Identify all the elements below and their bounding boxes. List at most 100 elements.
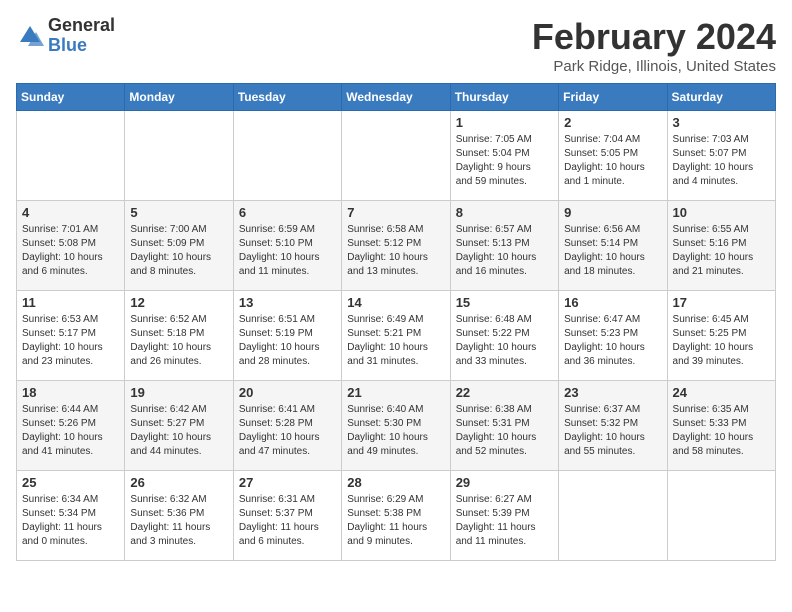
calendar-cell	[667, 471, 775, 561]
day-info: Sunrise: 6:41 AM Sunset: 5:28 PM Dayligh…	[239, 403, 336, 459]
calendar-cell: 13 Sunrise: 6:51 AM Sunset: 5:19 PM Dayli…	[233, 291, 341, 381]
day-number: 25	[22, 475, 119, 490]
day-number: 20	[239, 385, 336, 400]
day-info: Sunrise: 6:47 AM Sunset: 5:23 PM Dayligh…	[564, 313, 661, 369]
calendar-cell: 18 Sunrise: 6:44 AM Sunset: 5:26 PM Dayli…	[17, 381, 125, 471]
calendar-cell: 8 Sunrise: 6:57 AM Sunset: 5:13 PM Daylig…	[450, 201, 558, 291]
day-info: Sunrise: 6:40 AM Sunset: 5:30 PM Dayligh…	[347, 403, 444, 459]
day-number: 11	[22, 295, 119, 310]
day-info: Sunrise: 6:45 AM Sunset: 5:25 PM Dayligh…	[673, 313, 770, 369]
calendar-cell: 24 Sunrise: 6:35 AM Sunset: 5:33 PM Dayli…	[667, 381, 775, 471]
day-info: Sunrise: 6:53 AM Sunset: 5:17 PM Dayligh…	[22, 313, 119, 369]
main-title: February 2024	[532, 16, 776, 58]
day-number: 16	[564, 295, 661, 310]
day-of-week-header: Saturday	[667, 84, 775, 111]
day-number: 15	[456, 295, 553, 310]
day-of-week-header: Sunday	[17, 84, 125, 111]
day-number: 1	[456, 115, 553, 130]
calendar-cell: 2 Sunrise: 7:04 AM Sunset: 5:05 PM Daylig…	[559, 111, 667, 201]
day-of-week-header: Thursday	[450, 84, 558, 111]
day-number: 23	[564, 385, 661, 400]
day-info: Sunrise: 6:37 AM Sunset: 5:32 PM Dayligh…	[564, 403, 661, 459]
calendar-cell: 3 Sunrise: 7:03 AM Sunset: 5:07 PM Daylig…	[667, 111, 775, 201]
day-number: 26	[130, 475, 227, 490]
calendar-cell	[559, 471, 667, 561]
calendar-cell: 16 Sunrise: 6:47 AM Sunset: 5:23 PM Dayli…	[559, 291, 667, 381]
day-info: Sunrise: 6:32 AM Sunset: 5:36 PM Dayligh…	[130, 493, 227, 549]
day-of-week-header: Wednesday	[342, 84, 450, 111]
day-number: 19	[130, 385, 227, 400]
calendar-cell: 20 Sunrise: 6:41 AM Sunset: 5:28 PM Dayli…	[233, 381, 341, 471]
calendar-cell: 6 Sunrise: 6:59 AM Sunset: 5:10 PM Daylig…	[233, 201, 341, 291]
day-number: 14	[347, 295, 444, 310]
logo: General Blue	[16, 16, 115, 56]
day-info: Sunrise: 7:01 AM Sunset: 5:08 PM Dayligh…	[22, 223, 119, 279]
calendar-cell: 11 Sunrise: 6:53 AM Sunset: 5:17 PM Dayli…	[17, 291, 125, 381]
day-info: Sunrise: 6:44 AM Sunset: 5:26 PM Dayligh…	[22, 403, 119, 459]
day-number: 27	[239, 475, 336, 490]
day-info: Sunrise: 6:34 AM Sunset: 5:34 PM Dayligh…	[22, 493, 119, 549]
calendar-header: SundayMondayTuesdayWednesdayThursdayFrid…	[17, 84, 776, 111]
calendar-cell: 9 Sunrise: 6:56 AM Sunset: 5:14 PM Daylig…	[559, 201, 667, 291]
calendar-cell: 25 Sunrise: 6:34 AM Sunset: 5:34 PM Dayli…	[17, 471, 125, 561]
calendar-cell: 12 Sunrise: 6:52 AM Sunset: 5:18 PM Dayli…	[125, 291, 233, 381]
day-number: 13	[239, 295, 336, 310]
day-number: 3	[673, 115, 770, 130]
calendar-cell: 21 Sunrise: 6:40 AM Sunset: 5:30 PM Dayli…	[342, 381, 450, 471]
day-number: 4	[22, 205, 119, 220]
day-number: 28	[347, 475, 444, 490]
day-number: 21	[347, 385, 444, 400]
day-number: 6	[239, 205, 336, 220]
calendar-cell: 15 Sunrise: 6:48 AM Sunset: 5:22 PM Dayli…	[450, 291, 558, 381]
day-info: Sunrise: 6:58 AM Sunset: 5:12 PM Dayligh…	[347, 223, 444, 279]
day-info: Sunrise: 6:56 AM Sunset: 5:14 PM Dayligh…	[564, 223, 661, 279]
day-number: 5	[130, 205, 227, 220]
calendar-cell: 14 Sunrise: 6:49 AM Sunset: 5:21 PM Dayli…	[342, 291, 450, 381]
calendar-cell	[342, 111, 450, 201]
day-info: Sunrise: 7:00 AM Sunset: 5:09 PM Dayligh…	[130, 223, 227, 279]
day-number: 10	[673, 205, 770, 220]
day-info: Sunrise: 7:04 AM Sunset: 5:05 PM Dayligh…	[564, 133, 661, 189]
day-info: Sunrise: 6:59 AM Sunset: 5:10 PM Dayligh…	[239, 223, 336, 279]
calendar-cell: 29 Sunrise: 6:27 AM Sunset: 5:39 PM Dayli…	[450, 471, 558, 561]
calendar-table: SundayMondayTuesdayWednesdayThursdayFrid…	[16, 83, 776, 561]
day-of-week-header: Friday	[559, 84, 667, 111]
day-info: Sunrise: 6:38 AM Sunset: 5:31 PM Dayligh…	[456, 403, 553, 459]
day-info: Sunrise: 6:52 AM Sunset: 5:18 PM Dayligh…	[130, 313, 227, 369]
day-number: 9	[564, 205, 661, 220]
day-of-week-header: Tuesday	[233, 84, 341, 111]
calendar-cell: 23 Sunrise: 6:37 AM Sunset: 5:32 PM Dayli…	[559, 381, 667, 471]
calendar-cell: 17Sunrise: 6:45 AM Sunset: 5:25 PM Dayli…	[667, 291, 775, 381]
day-number: 29	[456, 475, 553, 490]
day-number: 12	[130, 295, 227, 310]
calendar-cell: 26 Sunrise: 6:32 AM Sunset: 5:36 PM Dayli…	[125, 471, 233, 561]
day-info: Sunrise: 6:42 AM Sunset: 5:27 PM Dayligh…	[130, 403, 227, 459]
logo-general-text: General	[48, 15, 115, 35]
day-info: Sunrise: 6:27 AM Sunset: 5:39 PM Dayligh…	[456, 493, 553, 549]
day-info: Sunrise: 6:51 AM Sunset: 5:19 PM Dayligh…	[239, 313, 336, 369]
calendar-cell: 19 Sunrise: 6:42 AM Sunset: 5:27 PM Dayli…	[125, 381, 233, 471]
day-of-week-header: Monday	[125, 84, 233, 111]
day-info: Sunrise: 6:57 AM Sunset: 5:13 PM Dayligh…	[456, 223, 553, 279]
logo-blue-text: Blue	[48, 35, 87, 55]
day-number: 2	[564, 115, 661, 130]
day-info: Sunrise: 6:48 AM Sunset: 5:22 PM Dayligh…	[456, 313, 553, 369]
calendar-cell: 7Sunrise: 6:58 AM Sunset: 5:12 PM Daylig…	[342, 201, 450, 291]
calendar-cell	[125, 111, 233, 201]
day-number: 8	[456, 205, 553, 220]
day-number: 22	[456, 385, 553, 400]
day-info: Sunrise: 6:49 AM Sunset: 5:21 PM Dayligh…	[347, 313, 444, 369]
day-info: Sunrise: 6:55 AM Sunset: 5:16 PM Dayligh…	[673, 223, 770, 279]
calendar-cell: 1 Sunrise: 7:05 AM Sunset: 5:04 PM Daylig…	[450, 111, 558, 201]
day-info: Sunrise: 6:35 AM Sunset: 5:33 PM Dayligh…	[673, 403, 770, 459]
day-info: Sunrise: 7:05 AM Sunset: 5:04 PM Dayligh…	[456, 133, 553, 189]
calendar-cell	[17, 111, 125, 201]
calendar-cell: 4 Sunrise: 7:01 AM Sunset: 5:08 PM Daylig…	[17, 201, 125, 291]
day-number: 24	[673, 385, 770, 400]
page-header: General Blue February 2024 Park Ridge, I…	[16, 16, 776, 75]
logo-icon	[16, 22, 44, 50]
subtitle: Park Ridge, Illinois, United States	[532, 58, 776, 75]
title-area: February 2024 Park Ridge, Illinois, Unit…	[532, 16, 776, 75]
day-info: Sunrise: 7:03 AM Sunset: 5:07 PM Dayligh…	[673, 133, 770, 189]
day-number: 18	[22, 385, 119, 400]
